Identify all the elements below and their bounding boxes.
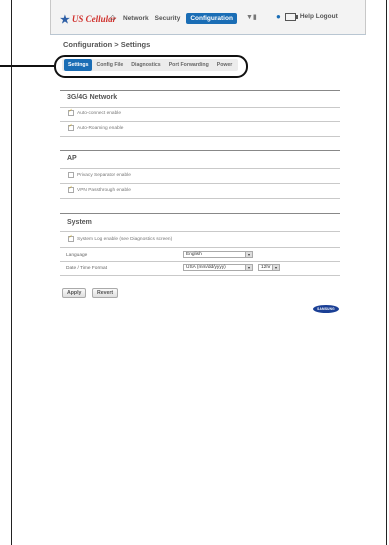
nav-configuration[interactable]: Configuration <box>186 13 237 24</box>
signal-icon: ▼▮ <box>246 14 257 21</box>
auto-roaming-checkbox[interactable]: Auto-Roaming enable <box>68 123 124 131</box>
checkbox-checked-icon <box>68 234 74 242</box>
checkbox-label: System Log enable (see Diagnostics scree… <box>77 236 173 242</box>
vpn-passthrough-checkbox[interactable]: VPN Passthrough enable <box>68 185 131 193</box>
section-divider <box>60 168 340 169</box>
callout-line <box>0 65 54 67</box>
checkbox-checked-icon <box>68 123 74 131</box>
header-divider <box>50 34 366 35</box>
revert-button[interactable]: Revert <box>92 288 119 298</box>
checkbox-label: Privacy Separator enable <box>77 172 131 178</box>
row-divider <box>60 183 340 184</box>
row-divider <box>60 198 340 199</box>
date-format-value: USA (mm/dd/yyyy) <box>186 265 226 270</box>
nav-security[interactable]: Security <box>155 15 181 22</box>
chevron-down-icon: ▾ <box>245 252 252 257</box>
checkbox-label: Auto-connect enable <box>77 110 122 116</box>
page-title: Configuration > Settings <box>63 40 151 49</box>
user-icon[interactable]: ● <box>276 12 281 21</box>
checkbox-unchecked-icon <box>68 172 74 178</box>
time-format-value: 12hr <box>261 265 271 270</box>
us-cellular-logo[interactable]: ★ US Cellular <box>60 12 116 26</box>
row-divider <box>60 121 340 122</box>
checkbox-checked-icon <box>68 185 74 193</box>
section-divider <box>60 90 340 91</box>
apply-button[interactable]: Apply <box>62 288 87 298</box>
row-divider <box>60 275 340 276</box>
star-logo-icon: ★ <box>60 13 70 26</box>
date-format-select[interactable]: USA (mm/dd/yyyy) ▾ <box>183 264 253 271</box>
section-title-ap: AP <box>67 155 77 162</box>
section-title-system: System <box>67 219 92 226</box>
battery-icon <box>284 12 298 21</box>
chevron-down-icon: ▾ <box>245 265 252 270</box>
auto-connect-checkbox[interactable]: Auto-connect enable <box>68 108 122 116</box>
tab-config-file[interactable]: Config File <box>92 59 127 71</box>
section-title-network: 3G/4G Network <box>67 94 118 101</box>
page-frame <box>11 0 387 545</box>
row-divider <box>60 247 340 248</box>
chevron-down-icon: ▾ <box>272 265 279 270</box>
datetime-label: Date / Time Format <box>66 266 108 271</box>
section-divider <box>60 213 340 214</box>
checkbox-label: VPN Passthrough enable <box>77 187 131 193</box>
row-divider <box>60 136 340 137</box>
tab-diagnostics[interactable]: Diagnostics <box>127 59 164 71</box>
system-log-checkbox[interactable]: System Log enable (see Diagnostics scree… <box>68 234 173 242</box>
section-divider <box>60 231 340 232</box>
nav-network[interactable]: Network <box>123 15 149 22</box>
language-select[interactable]: English ▾ <box>183 251 253 258</box>
tab-port-forwarding[interactable]: Port Forwarding <box>165 59 213 71</box>
row-divider <box>60 261 340 262</box>
checkbox-label: Auto-Roaming enable <box>77 125 124 131</box>
privacy-separator-checkbox[interactable]: Privacy Separator enable <box>68 172 131 178</box>
section-divider <box>60 107 340 108</box>
time-format-select[interactable]: 12hr ▾ <box>258 264 280 271</box>
help-logout-links[interactable]: Help Logout <box>300 13 338 20</box>
language-value: English <box>186 252 202 257</box>
language-label: Language <box>66 253 88 258</box>
main-nav: Network Security Configuration <box>123 12 243 25</box>
tab-power[interactable]: Power <box>213 59 237 71</box>
checkbox-checked-icon <box>68 108 74 116</box>
header-right-links: ● Help Logout <box>276 12 338 21</box>
home-icon[interactable]: ⌂ <box>110 12 115 22</box>
samsung-logo: SAMSUNG <box>313 305 339 313</box>
tab-settings[interactable]: Settings <box>64 59 93 71</box>
section-divider <box>60 150 340 151</box>
config-tabs: Settings Config File Diagnostics Port Fo… <box>62 59 239 71</box>
